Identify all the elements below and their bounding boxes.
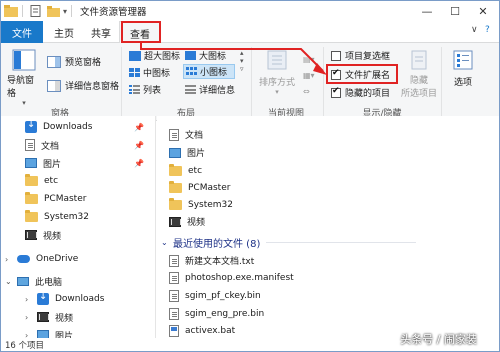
nav-item-pcmaster[interactable]: PCMaster — [1, 190, 155, 208]
cloud-icon — [17, 255, 30, 263]
list-item[interactable]: PCMaster — [169, 179, 230, 196]
list-item[interactable]: 文档 — [169, 126, 203, 143]
folder-icon — [169, 197, 182, 210]
document-icon — [169, 128, 179, 141]
item-label: photoshop.exe.manifest — [185, 272, 294, 283]
item-label: etc — [188, 165, 203, 176]
nav-item-label: 视频 — [55, 313, 74, 324]
folder-icon — [25, 192, 38, 204]
recent-files-header[interactable]: ⌄ 最近使用的文件 (8) — [161, 234, 417, 250]
divider — [266, 241, 417, 243]
download-icon — [37, 291, 49, 305]
recent-files-title: 最近使用的文件 (8) — [173, 238, 261, 250]
folder-icon — [169, 180, 182, 193]
item-label: sgim_eng_pre.bin — [185, 308, 265, 319]
nav-item-label: 视频 — [43, 231, 62, 242]
nav-item-videos[interactable]: 视频 — [1, 226, 155, 244]
pin-icon[interactable]: 📌 — [134, 123, 144, 132]
nav-item-pictures[interactable]: › 图片 — [1, 326, 155, 339]
video-icon — [169, 216, 181, 227]
nav-item-label: 文档 — [41, 141, 60, 152]
list-item[interactable]: sgim_pf_ckey.bin — [169, 287, 261, 304]
pin-icon[interactable]: 📌 — [134, 159, 144, 168]
list-item[interactable]: etc — [169, 162, 202, 179]
watermark: 头条号 / 闹家装 — [400, 333, 477, 346]
item-label: 图片 — [187, 149, 206, 159]
list-item[interactable]: photoshop.exe.manifest — [169, 269, 294, 286]
nav-item-this-pc[interactable]: ⌄ 此电脑 — [1, 272, 155, 290]
picture-icon — [37, 330, 49, 338]
chevron-down-icon[interactable]: ⌄ — [5, 277, 13, 286]
nav-item-label: etc — [44, 176, 59, 186]
item-label: PCMaster — [188, 182, 231, 193]
list-item[interactable]: activex.bat — [169, 322, 235, 338]
folder-icon — [25, 174, 38, 186]
list-item[interactable]: 图片 — [169, 144, 205, 161]
picture-icon — [25, 158, 37, 168]
video-icon — [25, 230, 37, 240]
nav-item-videos[interactable]: › 视频 — [1, 308, 155, 326]
nav-item-label: 此电脑 — [35, 277, 63, 288]
nav-item-pictures[interactable]: 图片 📌 — [1, 154, 155, 172]
annotation-arrow — [140, 41, 327, 75]
nav-item-onedrive[interactable]: › OneDrive — [1, 250, 155, 268]
text-file-icon — [169, 271, 179, 284]
text-file-icon — [169, 254, 179, 267]
list-item[interactable]: System32 — [169, 196, 233, 213]
item-label: 新建文本文档.txt — [185, 257, 255, 267]
nav-item-label: OneDrive — [36, 254, 79, 264]
folder-icon — [169, 163, 182, 176]
text-file-icon — [169, 289, 179, 302]
navigation-pane: Downloads 📌 文档 📌 图片 📌 etc PCMaster Syste… — [1, 116, 156, 338]
nav-item-etc[interactable]: etc — [1, 172, 155, 190]
nav-item-label: Downloads — [43, 122, 93, 132]
chevron-down-icon[interactable]: ⌄ — [161, 238, 169, 247]
picture-icon — [169, 147, 181, 158]
batch-file-icon — [169, 324, 179, 337]
pin-icon[interactable]: 📌 — [134, 141, 144, 150]
nav-item-label: 图片 — [43, 159, 62, 170]
content-pane: 文档 图片 etc PCMaster System32 视频 ⌄ 最近使用的文件… — [157, 116, 499, 338]
nav-item-label: Downloads — [55, 294, 105, 304]
item-label: activex.bat — [185, 325, 236, 336]
list-item[interactable]: 视频 — [169, 213, 205, 230]
chevron-right-icon[interactable]: › — [25, 313, 33, 322]
chevron-right-icon[interactable]: › — [25, 331, 33, 339]
chevron-right-icon[interactable]: › — [25, 295, 33, 304]
chevron-right-icon[interactable]: › — [5, 255, 13, 264]
nav-item-label: 图片 — [55, 331, 74, 339]
nav-item-label: System32 — [44, 212, 90, 222]
download-icon — [25, 119, 37, 133]
item-label: 文档 — [185, 131, 204, 141]
nav-item-downloads[interactable]: Downloads 📌 — [1, 118, 155, 136]
computer-icon — [17, 276, 29, 286]
folder-icon — [25, 210, 38, 222]
video-icon — [37, 312, 49, 322]
item-label: System32 — [188, 199, 234, 210]
item-count: 16 个项目 — [5, 341, 45, 351]
document-icon — [25, 139, 35, 151]
item-label: sgim_pf_ckey.bin — [185, 290, 261, 301]
item-label: 视频 — [187, 218, 206, 228]
nav-item-system32[interactable]: System32 — [1, 208, 155, 226]
list-item[interactable]: 新建文本文档.txt — [169, 252, 254, 269]
nav-item-documents[interactable]: 文档 📌 — [1, 136, 155, 154]
text-file-icon — [169, 307, 179, 320]
list-item[interactable]: sgim_eng_pre.bin — [169, 305, 264, 322]
nav-item-label: PCMaster — [44, 194, 87, 204]
explorer-window: ▾ 文件资源管理器 — ☐ ✕ 文件 主页 共享 查看 ∨ ? 导航窗格 ▾ 预… — [0, 0, 500, 352]
nav-item-downloads[interactable]: › Downloads — [1, 290, 155, 308]
